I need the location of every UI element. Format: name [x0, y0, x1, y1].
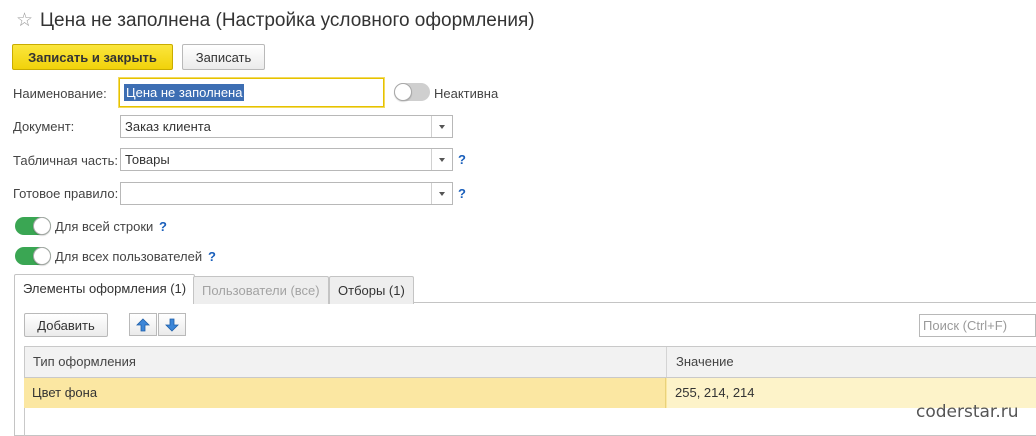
ready-rule-field[interactable] — [120, 182, 453, 205]
arrow-up-icon — [136, 317, 150, 331]
table-part-field[interactable]: Товары — [120, 148, 453, 171]
add-button[interactable]: Добавить — [24, 313, 108, 337]
search-placeholder: Поиск (Ctrl+F) — [923, 318, 1008, 333]
document-field[interactable]: Заказ клиента — [120, 115, 453, 138]
page-title: Цена не заполнена (Настройка условного о… — [40, 10, 535, 31]
toggle-knob — [33, 247, 51, 265]
table-row[interactable]: Цвет фона 255, 214, 214 — [24, 378, 1036, 408]
name-label: Наименование: — [13, 86, 107, 101]
document-value: Заказ клиента — [125, 119, 211, 134]
watermark: coderstar.ru — [916, 402, 1019, 422]
document-label: Документ: — [13, 119, 75, 134]
grid-left-border — [24, 408, 25, 436]
whole-row-label: Для всей строки — [55, 219, 154, 234]
chevron-down-icon — [439, 191, 445, 196]
whole-row-toggle[interactable] — [15, 217, 51, 235]
ready-rule-label: Готовое правило: — [13, 186, 119, 201]
inactive-label: Неактивна — [434, 86, 499, 101]
star-icon[interactable]: ☆ — [16, 10, 36, 32]
whole-row-help-icon[interactable]: ? — [159, 219, 167, 235]
toggle-knob — [33, 217, 51, 235]
table-part-label: Табличная часть: — [13, 153, 118, 168]
all-users-label: Для всех пользователей — [55, 249, 203, 264]
name-input-value: Цена не заполнена — [124, 84, 245, 101]
ready-rule-dropdown-button[interactable] — [431, 183, 452, 204]
table-part-value: Товары — [125, 152, 170, 167]
chevron-down-icon — [439, 157, 445, 162]
chevron-down-icon — [439, 124, 445, 129]
cell-type: Цвет фона — [24, 378, 666, 408]
tab-filters[interactable]: Отборы (1) — [329, 276, 414, 304]
column-header-type[interactable]: Тип оформления — [25, 347, 667, 377]
inactive-toggle[interactable] — [394, 83, 430, 101]
document-dropdown-button[interactable] — [431, 116, 452, 137]
save-button[interactable]: Записать — [182, 44, 265, 70]
arrow-down-icon — [165, 318, 179, 332]
move-up-button[interactable] — [129, 313, 157, 336]
column-header-value[interactable]: Значение — [668, 347, 734, 377]
grid-header: Тип оформления Значение — [24, 346, 1036, 378]
tab-formatting-elements[interactable]: Элементы оформления (1) — [14, 274, 196, 304]
name-input[interactable]: Цена не заполнена — [119, 78, 384, 107]
ready-rule-help-icon[interactable]: ? — [458, 186, 466, 202]
all-users-help-icon[interactable]: ? — [208, 249, 216, 265]
all-users-toggle[interactable] — [15, 247, 51, 265]
search-input[interactable]: Поиск (Ctrl+F) — [919, 314, 1036, 337]
table-part-dropdown-button[interactable] — [431, 149, 452, 170]
table-part-help-icon[interactable]: ? — [458, 152, 466, 168]
tab-users: Пользователи (все) — [193, 276, 329, 304]
move-down-button[interactable] — [158, 313, 186, 336]
save-and-close-button[interactable]: Записать и закрыть — [12, 44, 173, 70]
toggle-knob — [394, 83, 412, 101]
